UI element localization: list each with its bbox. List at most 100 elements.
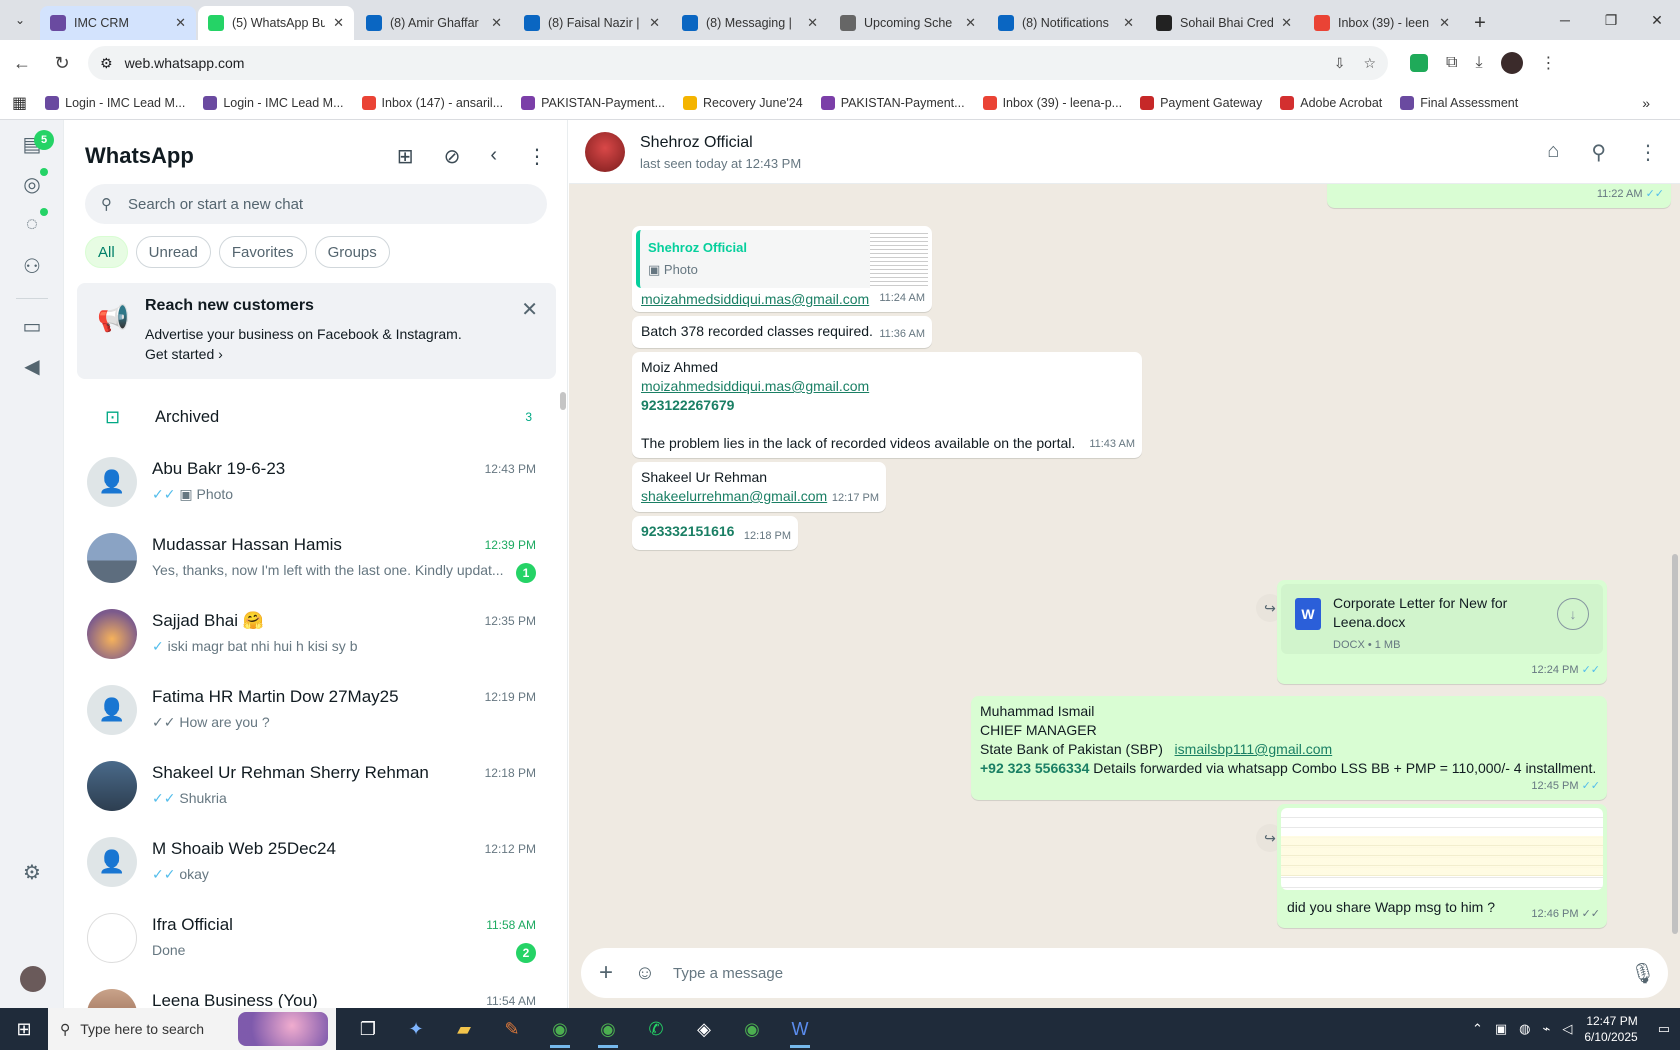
filter-chip[interactable]: Favorites: [218, 236, 307, 268]
browser-tab[interactable]: (5) WhatsApp Bu ✕: [198, 6, 354, 40]
windows-start-icon[interactable]: ⊞: [0, 1008, 48, 1050]
messages-scrollbar[interactable]: [1670, 184, 1680, 944]
chevron-up-icon[interactable]: ⌃: [1472, 1021, 1483, 1037]
whatsapp-icon[interactable]: ✆: [636, 1008, 676, 1050]
contact-avatar[interactable]: [585, 132, 625, 172]
chat-list-item[interactable]: Sajjad Bhai 🤗 12:35 PM ✓ iski magr bat nhi…: [65, 597, 567, 673]
network-icon[interactable]: ⌁: [1542, 1021, 1550, 1037]
communities-icon[interactable]: ⚇: [18, 252, 46, 280]
chat-list-item[interactable]: Leena Business (You) 11:54 AM: [65, 977, 567, 1008]
restore-button[interactable]: ❐: [1588, 0, 1634, 40]
image-attachment[interactable]: [1281, 808, 1603, 890]
search-icon[interactable]: ⚲: [1591, 140, 1606, 165]
file-explorer-icon[interactable]: ▰: [444, 1008, 484, 1050]
bookmark-item[interactable]: Login - IMC Lead M...: [45, 95, 185, 110]
install-app-icon[interactable]: ⇩: [1334, 55, 1346, 72]
phone-number[interactable]: +92 323 5566334: [980, 760, 1089, 776]
apps-grid-icon[interactable]: ▦: [12, 93, 27, 113]
message-input[interactable]: Type a message: [673, 965, 1618, 982]
close-window-button[interactable]: ✕: [1634, 0, 1680, 40]
taskbar-search-input[interactable]: ⚲ Type here to search: [48, 1008, 336, 1050]
email-link[interactable]: ismailsbp111@gmail.com: [1175, 741, 1333, 757]
tray-app-icon[interactable]: ▣: [1495, 1021, 1507, 1037]
browser-tab[interactable]: IMC CRM ✕: [40, 6, 196, 40]
bookmark-item[interactable]: PAKISTAN-Payment...: [521, 95, 665, 110]
sidebar-scrollbar[interactable]: [560, 392, 566, 410]
bookmark-item[interactable]: Adobe Acrobat: [1280, 95, 1382, 110]
browser-tab[interactable]: (8) Notifications ✕: [988, 6, 1144, 40]
bookmark-item[interactable]: Recovery June'24: [683, 95, 803, 110]
app-icon[interactable]: ◈: [684, 1008, 724, 1050]
filter-chip[interactable]: Groups: [314, 236, 390, 268]
close-tab-icon[interactable]: ✕: [491, 15, 502, 31]
chat-list-item[interactable]: Ifra Official 11:58 AM Done 2: [65, 901, 567, 977]
notifications-icon[interactable]: ▭: [1658, 1021, 1670, 1037]
emoji-icon[interactable]: ☺: [631, 962, 659, 985]
extensions-puzzle-icon[interactable]: ⧉: [1446, 54, 1457, 72]
chat-list-item[interactable]: Mudassar Hassan Hamis 12:39 PM Yes, thanks…: [65, 521, 567, 597]
message-bubble-out[interactable]: 11:22 AM ✓✓: [1327, 184, 1671, 208]
archived-row[interactable]: ⊡ Archived 3: [65, 391, 567, 443]
phone-number[interactable]: 923332151616: [641, 523, 734, 539]
downloads-icon[interactable]: ⤓: [1475, 54, 1482, 72]
close-tab-icon[interactable]: ✕: [1123, 15, 1134, 31]
bookmark-star-icon[interactable]: ☆: [1363, 55, 1376, 72]
bookmark-item[interactable]: Payment Gateway: [1140, 95, 1262, 110]
browser-tab[interactable]: Upcoming Sche ✕: [830, 6, 986, 40]
browser-tab[interactable]: (8) Faisal Nazir | ✕: [514, 6, 670, 40]
task-view-icon[interactable]: ❐: [348, 1008, 388, 1050]
close-tab-icon[interactable]: ✕: [649, 15, 660, 31]
download-icon[interactable]: ↓: [1557, 598, 1589, 630]
browser-tab[interactable]: (8) Messaging | ✕: [672, 6, 828, 40]
back-button[interactable]: ←: [4, 45, 40, 81]
bookmark-item[interactable]: Login - IMC Lead M...: [203, 95, 344, 110]
hide-icon[interactable]: ⊘: [444, 144, 461, 169]
new-tab-button[interactable]: +: [1462, 6, 1498, 40]
ads-megaphone-icon[interactable]: ◀: [18, 352, 46, 380]
chat-search-input[interactable]: ⚲ Search or start a new chat: [85, 184, 547, 224]
message-bubble-out[interactable]: did you share Wapp msg to him ? 12:46 PM…: [1277, 804, 1607, 928]
message-bubble-in[interactable]: Batch 378 recorded classes required. 11:…: [632, 316, 932, 348]
close-tab-icon[interactable]: ✕: [807, 15, 818, 31]
close-promo-icon[interactable]: ✕: [521, 297, 538, 322]
conversation-header[interactable]: Shehroz Official last seen today at 12:4…: [569, 120, 1680, 184]
profile-avatar[interactable]: [20, 966, 46, 992]
message-bubble-in[interactable]: Shehroz Official ▣ Photo moizahmedsiddiq…: [632, 226, 932, 312]
chevron-left-icon[interactable]: ‹: [490, 144, 497, 169]
new-chat-icon[interactable]: ⊞: [397, 144, 414, 169]
quoted-message[interactable]: Shehroz Official ▣ Photo: [636, 230, 928, 288]
omnibox[interactable]: ⚙ web.whatsapp.com ⇩ ☆: [88, 46, 1388, 80]
browser-tab[interactable]: (8) Amir Ghaffar ✕: [356, 6, 512, 40]
filter-chip[interactable]: All: [85, 236, 128, 268]
message-bubble-out[interactable]: Muhammad Ismail CHIEF MANAGER State Bank…: [971, 696, 1607, 800]
catalog-store-icon[interactable]: ⌂: [1547, 140, 1559, 165]
site-info-icon[interactable]: ⚙: [100, 55, 113, 72]
extension-icon[interactable]: [1410, 54, 1428, 72]
browser-menu-icon[interactable]: ⋮: [1541, 53, 1557, 73]
get-started-link[interactable]: Get started ›: [145, 346, 223, 362]
tray-app-icon[interactable]: ◍: [1519, 1021, 1530, 1037]
phone-number[interactable]: 923122267679: [641, 396, 1135, 415]
filter-chip[interactable]: Unread: [135, 236, 211, 268]
chat-list-item[interactable]: 👤 Abu Bakr 19-6-23 12:43 PM ✓✓ ▣ Photo: [65, 445, 567, 521]
chat-list-item[interactable]: 👤 Fatima HR Martin Dow 27May25 12:19 PM ✓✓ …: [65, 673, 567, 749]
close-tab-icon[interactable]: ✕: [1439, 15, 1450, 31]
chrome-icon[interactable]: ◉: [540, 1008, 580, 1050]
catalog-icon[interactable]: ▭: [18, 312, 46, 340]
bookmark-item[interactable]: PAKISTAN-Payment...: [820, 95, 965, 110]
reload-button[interactable]: ↻: [44, 45, 80, 81]
message-bubble-in[interactable]: 923332151616 12:18 PM: [632, 516, 798, 550]
copilot-icon[interactable]: ✦: [396, 1008, 436, 1050]
chrome-icon[interactable]: ◉: [732, 1008, 772, 1050]
email-link[interactable]: moizahmedsiddiqui.mas@gmail.com: [641, 291, 869, 307]
microphone-icon[interactable]: 🎙: [1618, 961, 1668, 986]
close-tab-icon[interactable]: ✕: [965, 15, 976, 31]
chrome-icon[interactable]: ◉: [588, 1008, 628, 1050]
menu-icon[interactable]: ⋮: [1638, 140, 1658, 165]
more-bookmarks-icon[interactable]: »: [1642, 95, 1650, 111]
settings-icon[interactable]: ⚙: [18, 858, 46, 886]
bookmark-item[interactable]: Inbox (39) - leena-p...: [982, 95, 1122, 110]
minimize-button[interactable]: ─: [1542, 0, 1588, 40]
menu-icon[interactable]: ⋮: [527, 144, 547, 169]
document-attachment[interactable]: W Corporate Letter for New for Leena.doc…: [1281, 584, 1603, 654]
